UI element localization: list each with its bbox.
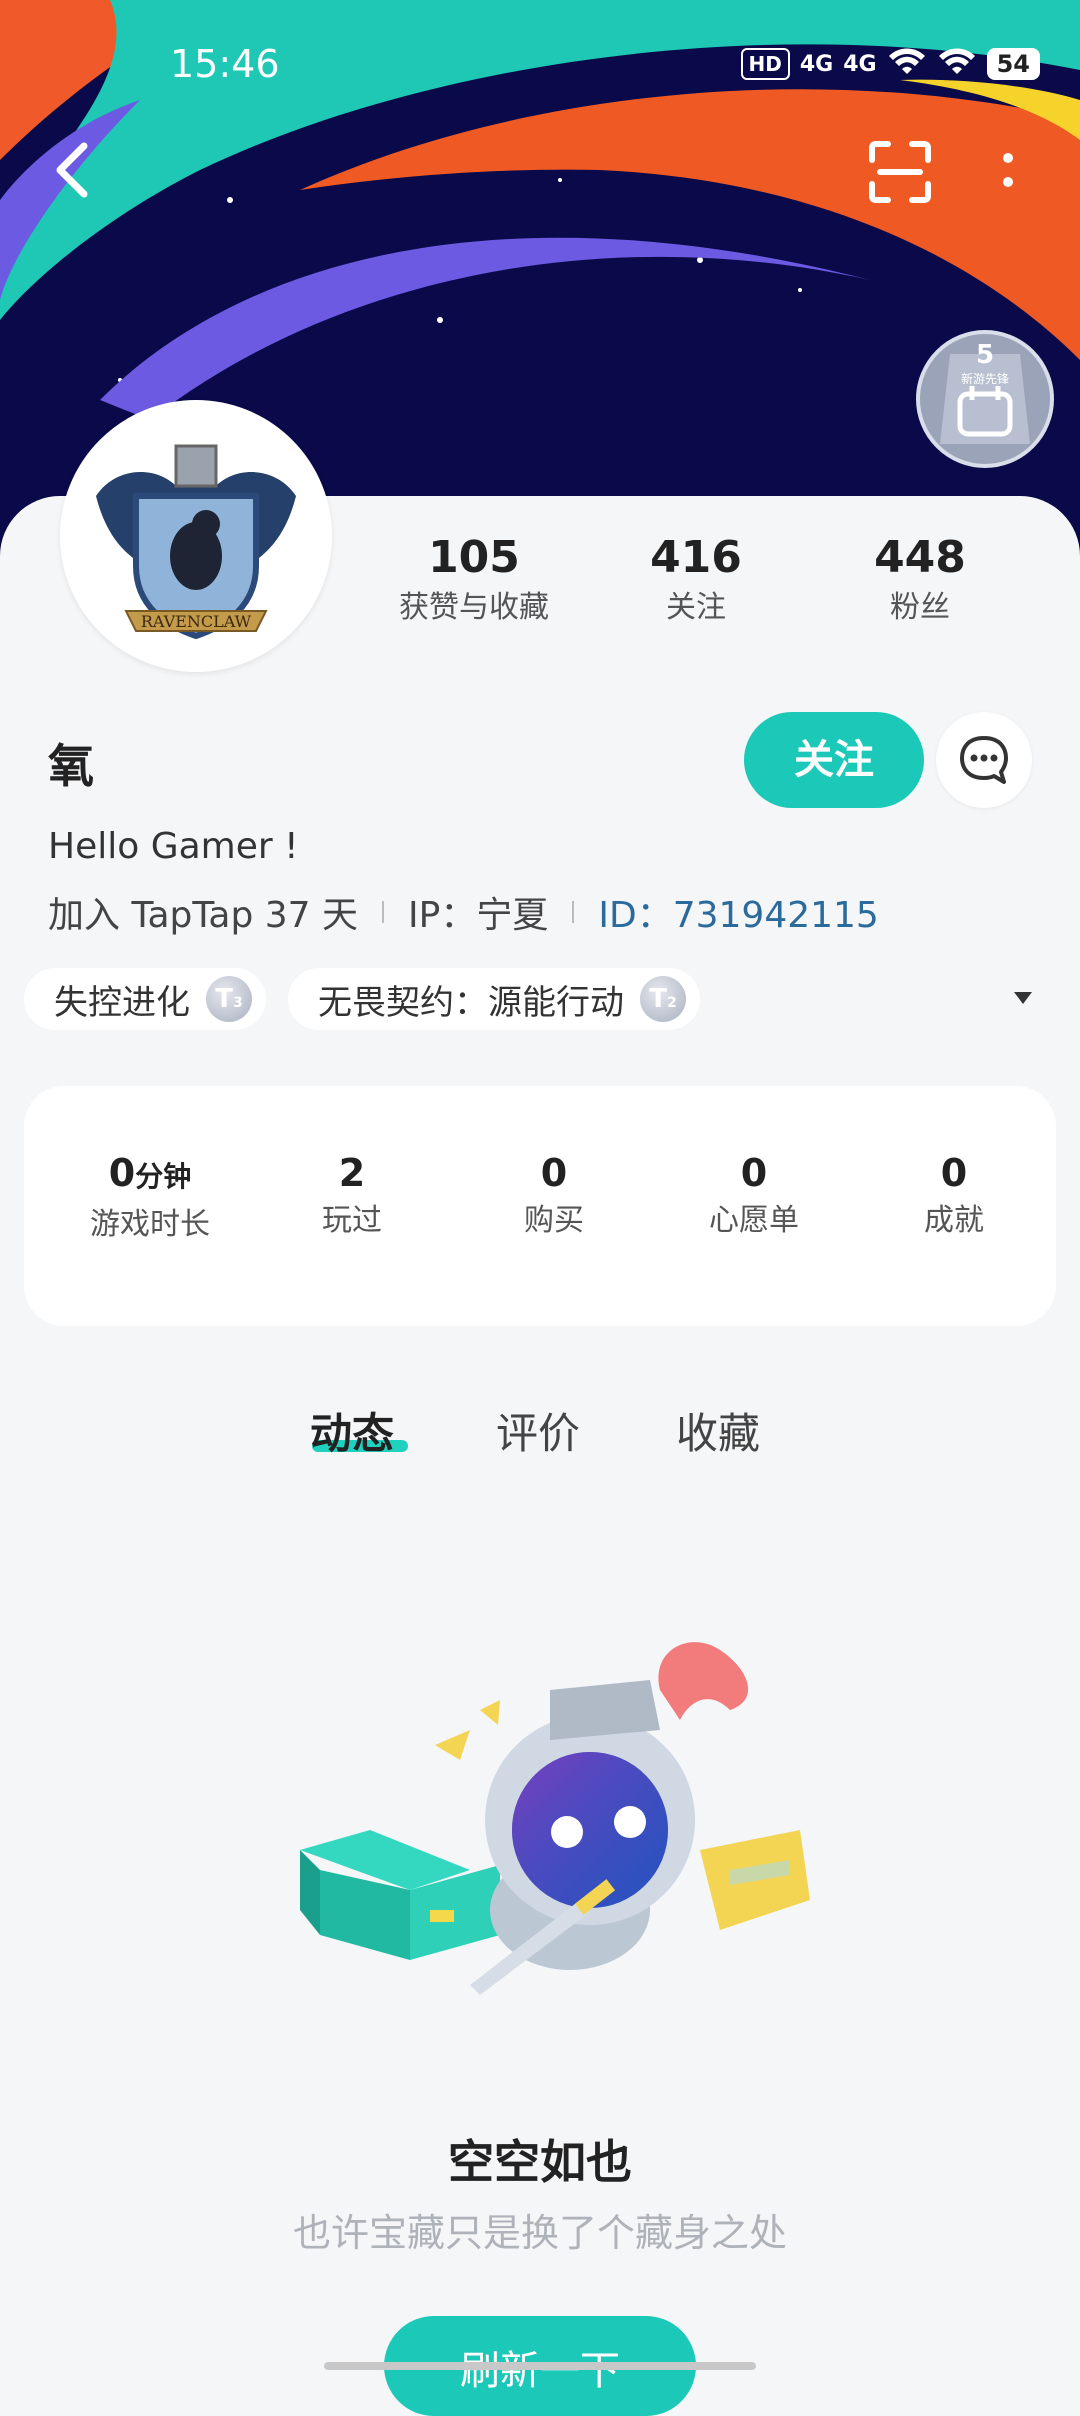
purchased-label: 购买 <box>524 1203 584 1238</box>
stat-following[interactable]: 416 关注 <box>586 530 806 630</box>
stat-likes[interactable]: 105 获赞与收藏 <box>364 530 584 630</box>
empty-state-illustration <box>280 1630 820 2014</box>
home-indicator[interactable] <box>324 2362 756 2370</box>
game-tag[interactable]: 无畏契约：源能行动 T2 <box>288 968 700 1030</box>
playtime-unit: 分钟 <box>135 1160 192 1193</box>
user-id[interactable]: ID：731942115 <box>598 886 878 938</box>
message-button[interactable] <box>936 712 1032 808</box>
played-label: 玩过 <box>322 1203 382 1238</box>
empty-state-title: 空空如也 <box>448 2135 632 2189</box>
stat-likes-count: 105 <box>428 532 520 583</box>
empty-state-subtitle: 也许宝藏只是换了个藏身之处 <box>292 2211 787 2255</box>
username: 氧 <box>48 739 94 793</box>
coin-level: 3 <box>233 995 243 1011</box>
playtime-value: 0 <box>108 1151 136 1195</box>
game-tag-label: 无畏契约：源能行动 <box>318 982 624 1023</box>
playtime-label: 游戏时长 <box>90 1207 210 1242</box>
tab-reviews[interactable]: 评价 <box>496 1400 580 1461</box>
coin-level: 2 <box>667 995 677 1011</box>
ip-location: IP：宁夏 <box>408 895 549 936</box>
wifi-icon <box>937 46 977 82</box>
divider <box>572 901 575 923</box>
achievements-label: 成就 <box>924 1203 984 1238</box>
stat-followers-count: 448 <box>874 532 966 583</box>
wishlist-value: 0 <box>740 1151 768 1195</box>
badge-caption: 新游先锋 <box>960 372 1009 386</box>
more-button[interactable] <box>998 150 1018 194</box>
ravenclaw-crest-icon: RAVENCLAW <box>66 406 326 666</box>
wifi-icon <box>887 46 927 82</box>
chevron-left-icon <box>56 142 88 198</box>
chat-icon <box>960 736 1008 784</box>
stat-following-label: 关注 <box>666 590 726 625</box>
crest-motto: RAVENCLAW <box>141 612 252 631</box>
played-value: 2 <box>338 1151 366 1195</box>
stat-following-count: 416 <box>650 532 742 583</box>
divider <box>382 901 385 923</box>
back-button[interactable] <box>50 140 94 204</box>
scan-button[interactable] <box>868 140 932 208</box>
game-stat-achievements[interactable]: 0 成就 <box>854 1148 1054 1244</box>
bio-text: Hello Gamer ! <box>48 826 299 867</box>
badge-level: 5 <box>975 340 995 370</box>
expand-tags-icon[interactable] <box>1014 992 1032 1004</box>
join-days: 加入 TapTap 37 天 <box>48 895 359 936</box>
stat-followers-label: 粉丝 <box>890 590 950 625</box>
tap-coin-icon: T2 <box>640 976 686 1022</box>
achievements-value: 0 <box>940 1151 968 1195</box>
stat-likes-label: 获赞与收藏 <box>399 590 549 625</box>
game-stat-wishlist[interactable]: 0 心愿单 <box>654 1148 854 1244</box>
purchased-value: 0 <box>540 1151 568 1195</box>
game-stat-playtime[interactable]: 0分钟 游戏时长 <box>50 1148 250 1248</box>
signal-4g-icon: 4G <box>843 51 877 77</box>
status-icons: HD 4G 4G 54 <box>740 46 1040 82</box>
wishlist-label: 心愿单 <box>709 1203 799 1238</box>
game-tag[interactable]: 失控进化 T3 <box>24 968 266 1030</box>
hd-icon: HD <box>740 48 790 80</box>
signal-4g-icon: 4G <box>799 51 834 77</box>
tab-favorites[interactable]: 收藏 <box>676 1400 760 1461</box>
follow-button[interactable]: 关注 <box>744 712 924 808</box>
achievement-badge[interactable]: 5 新游先锋 <box>916 330 1054 468</box>
profile-meta: 加入 TapTap 37 天 IP：宁夏 ID：731942115 <box>48 886 879 938</box>
scan-icon <box>869 141 931 203</box>
tab-posts[interactable]: 动态 <box>310 1400 394 1461</box>
game-stat-played[interactable]: 2 玩过 <box>252 1148 452 1244</box>
game-stat-purchased[interactable]: 0 购买 <box>454 1148 654 1244</box>
status-time: 15:46 <box>170 42 280 86</box>
stat-followers[interactable]: 448 粉丝 <box>810 530 1030 630</box>
game-tag-label: 失控进化 <box>54 982 190 1023</box>
avatar[interactable]: RAVENCLAW <box>60 400 332 672</box>
tap-coin-icon: T3 <box>206 976 252 1022</box>
more-vertical-icon <box>1003 153 1013 187</box>
battery-icon: 54 <box>986 48 1040 80</box>
